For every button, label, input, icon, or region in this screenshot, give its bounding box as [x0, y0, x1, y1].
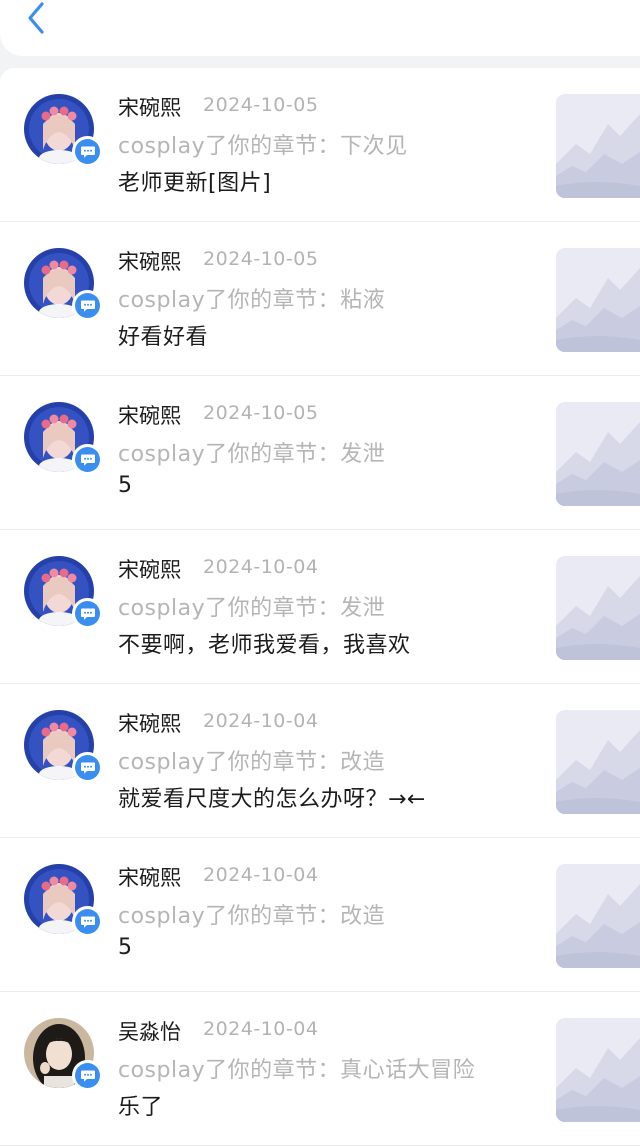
comment-text: 就爱看尺度大的怎么办呀？→←: [118, 787, 426, 812]
image-placeholder-icon: [556, 1018, 640, 1122]
comment-text: 好看好看: [118, 325, 209, 350]
timestamp: 2024-10-04: [203, 556, 319, 578]
action-text: cosplay了你的章节：真心话大冒险: [118, 1058, 476, 1083]
user-name[interactable]: 宋碗熙: [118, 708, 181, 738]
timestamp: 2024-10-04: [203, 864, 319, 886]
comment-text: 5: [118, 935, 133, 960]
chapter-thumbnail[interactable]: [556, 1018, 640, 1122]
comment-text: 5: [118, 473, 133, 498]
image-placeholder-icon: [556, 556, 640, 660]
comment-text: 不要啊，老师我爱看，我喜欢: [118, 633, 411, 658]
top-bar: [0, 0, 640, 56]
chapter-thumbnail[interactable]: [556, 864, 640, 968]
list-item[interactable]: 宋碗熙 2024-10-05 cosplay了你的章节：发泄 5: [0, 376, 640, 530]
list-item[interactable]: 宋碗熙 2024-10-04 cosplay了你的章节：改造 就爱看尺度大的怎么…: [0, 684, 640, 838]
back-button[interactable]: [22, 0, 52, 36]
image-placeholder-icon: [556, 248, 640, 352]
timestamp: 2024-10-05: [203, 94, 319, 116]
chevron-left-icon: [28, 2, 44, 34]
user-name[interactable]: 宋碗熙: [118, 862, 181, 892]
user-name[interactable]: 宋碗熙: [118, 400, 181, 430]
list-item[interactable]: 宋碗熙 2024-10-04 cosplay了你的章节：改造 5: [0, 838, 640, 992]
chapter-thumbnail[interactable]: [556, 402, 640, 506]
user-name[interactable]: 吴淼怡: [118, 1016, 181, 1046]
chapter-thumbnail[interactable]: [556, 94, 640, 198]
chapter-thumbnail[interactable]: [556, 556, 640, 660]
chapter-thumbnail[interactable]: [556, 248, 640, 352]
image-placeholder-icon: [556, 402, 640, 506]
notification-list: 宋碗熙 2024-10-05 cosplay了你的章节：下次见 老师更新[图片]: [0, 68, 640, 1146]
timestamp: 2024-10-04: [203, 710, 319, 732]
list-item[interactable]: 宋碗熙 2024-10-05 cosplay了你的章节：粘液 好看好看: [0, 222, 640, 376]
user-name[interactable]: 宋碗熙: [118, 554, 181, 584]
timestamp: 2024-10-05: [203, 402, 319, 424]
list-item[interactable]: 宋碗熙 2024-10-05 cosplay了你的章节：下次见 老师更新[图片]: [0, 68, 640, 222]
timestamp: 2024-10-04: [203, 1018, 319, 1040]
comment-badge-icon: [72, 906, 103, 937]
comment-badge-icon: [72, 444, 103, 475]
comment-badge-icon: [72, 1060, 103, 1091]
user-name[interactable]: 宋碗熙: [118, 246, 181, 276]
image-placeholder-icon: [556, 94, 640, 198]
action-text: cosplay了你的章节：下次见: [118, 134, 408, 159]
action-text: cosplay了你的章节：发泄: [118, 442, 386, 467]
comment-badge-icon: [72, 752, 103, 783]
image-placeholder-icon: [556, 864, 640, 968]
action-text: cosplay了你的章节：改造: [118, 904, 386, 929]
timestamp: 2024-10-05: [203, 248, 319, 270]
list-item[interactable]: 宋碗熙 2024-10-04 cosplay了你的章节：发泄 不要啊，老师我爱看…: [0, 530, 640, 684]
comment-badge-icon: [72, 598, 103, 629]
comment-badge-icon: [72, 136, 103, 167]
action-text: cosplay了你的章节：发泄: [118, 596, 386, 621]
action-text: cosplay了你的章节：粘液: [118, 288, 386, 313]
user-name[interactable]: 宋碗熙: [118, 92, 181, 122]
image-placeholder-icon: [556, 710, 640, 814]
list-item[interactable]: 吴淼怡 2024-10-04 cosplay了你的章节：真心话大冒险 乐了: [0, 992, 640, 1146]
comment-badge-icon: [72, 290, 103, 321]
action-text: cosplay了你的章节：改造: [118, 750, 386, 775]
chapter-thumbnail[interactable]: [556, 710, 640, 814]
comment-text: 乐了: [118, 1095, 164, 1120]
comment-text: 老师更新[图片]: [118, 171, 272, 196]
